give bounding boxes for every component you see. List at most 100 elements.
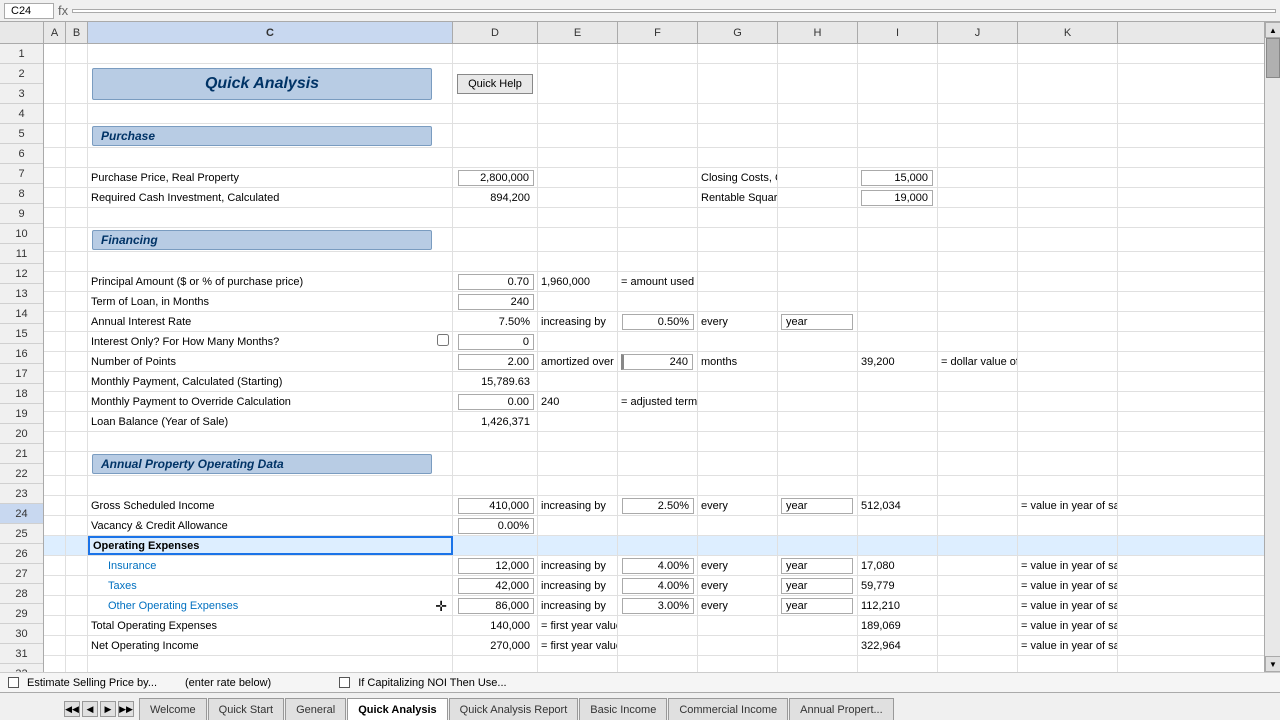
cell-k2[interactable] <box>1018 64 1118 103</box>
col-header-e[interactable]: E <box>538 22 618 43</box>
cell-opex-label[interactable]: Operating Expenses <box>88 536 453 555</box>
cell-e2[interactable] <box>538 64 618 103</box>
tab-commercial-income[interactable]: Commercial Income <box>668 698 788 720</box>
col-header-h[interactable]: H <box>778 22 858 43</box>
cell-interest-pct[interactable]: 0.50% <box>618 312 698 331</box>
col-header-i[interactable]: I <box>858 22 938 43</box>
cell-d2[interactable]: Quick Help <box>453 64 538 103</box>
col-header-g[interactable]: G <box>698 22 778 43</box>
cell-points-months-val[interactable]: 240 <box>618 352 698 371</box>
cell-principal-value[interactable]: 0.70 <box>453 272 538 291</box>
cell-purchase-price-value[interactable]: 2,800,000 <box>453 168 538 187</box>
cell-b2[interactable] <box>66 64 88 103</box>
cell-h1[interactable] <box>778 44 858 63</box>
col-header-a[interactable]: A <box>44 22 66 43</box>
cell-a1[interactable] <box>44 44 66 63</box>
cell-other-opex-every: every <box>698 596 778 615</box>
tab-general[interactable]: General <box>285 698 346 720</box>
cell-gsi-pct[interactable]: 2.50% <box>618 496 698 515</box>
tab-nav-first[interactable]: ◀◀ <box>64 701 80 717</box>
cell-rsf-value[interactable]: 19,000 <box>858 188 938 207</box>
row-3 <box>44 104 1264 124</box>
cell-other-opex-pct[interactable]: 3.00% <box>618 596 698 615</box>
cell-loan-balance-label: Loan Balance (Year of Sale) <box>88 412 453 431</box>
scroll-up-button[interactable]: ▲ <box>1265 22 1280 38</box>
cell-interestonly-value[interactable]: 0 <box>453 332 538 351</box>
estimate-checkbox[interactable] <box>8 677 19 688</box>
cell-insurance-pct[interactable]: 4.00% <box>618 556 698 575</box>
cell-other-opex-value[interactable]: 86,000 <box>453 596 538 615</box>
cell-gsi-every: every <box>698 496 778 515</box>
cell-f1[interactable] <box>618 44 698 63</box>
row-4: Purchase <box>44 124 1264 148</box>
cell-e1[interactable] <box>538 44 618 63</box>
cell-gsi-value[interactable]: 410,000 <box>453 496 538 515</box>
cell-total-opex-value: 140,000 <box>453 616 538 635</box>
interest-only-checkbox[interactable] <box>437 334 449 346</box>
name-box[interactable]: C24 <box>4 3 54 19</box>
row-numbers: 1 2 3 4 5 6 7 8 9 10 11 12 13 14 15 16 1… <box>0 22 44 672</box>
cell-g2[interactable] <box>698 64 778 103</box>
col-header-j[interactable]: J <box>938 22 1018 43</box>
cell-d1[interactable] <box>453 44 538 63</box>
estimate-bar: Estimate Selling Price by... (enter rate… <box>0 672 1280 692</box>
row-7: Required Cash Investment, Calculated 894… <box>44 188 1264 208</box>
tab-quick-analysis-report[interactable]: Quick Analysis Report <box>449 698 579 720</box>
col-header-d[interactable]: D <box>453 22 538 43</box>
cell-taxes-value[interactable]: 42,000 <box>453 576 538 595</box>
tab-quick-analysis[interactable]: Quick Analysis <box>347 698 447 720</box>
cell-taxes-period[interactable]: year <box>778 576 858 595</box>
row-19 <box>44 432 1264 452</box>
cell-principal-calc: 1,960,000 <box>538 272 618 291</box>
cell-k1[interactable] <box>1018 44 1118 63</box>
capitalizing-checkbox[interactable] <box>339 677 350 688</box>
quick-help-button[interactable]: Quick Help <box>457 74 533 94</box>
tab-nav-prev[interactable]: ◀ <box>82 701 98 717</box>
col-header-k[interactable]: K <box>1018 22 1118 43</box>
col-header-b[interactable]: B <box>66 22 88 43</box>
cell-vacancy-value[interactable]: 0.00% <box>453 516 538 535</box>
tab-welcome[interactable]: Welcome <box>139 698 207 720</box>
cell-f2[interactable] <box>618 64 698 103</box>
tab-quick-start[interactable]: Quick Start <box>208 698 284 720</box>
col-header-f[interactable]: F <box>618 22 698 43</box>
row-8 <box>44 208 1264 228</box>
cell-j2[interactable] <box>938 64 1018 103</box>
cell-purchase-header[interactable]: Purchase <box>88 124 453 147</box>
cell-closing-costs-value[interactable]: 15,000 <box>858 168 938 187</box>
col-header-c[interactable]: C <box>88 22 453 43</box>
cell-insurance-label: Insurance <box>88 556 453 575</box>
row-10 <box>44 252 1264 272</box>
scroll-track[interactable] <box>1265 38 1280 656</box>
cell-g1[interactable] <box>698 44 778 63</box>
cell-a2[interactable] <box>44 64 66 103</box>
cell-financing-header[interactable]: Financing <box>88 228 453 251</box>
cell-taxes-pct[interactable]: 4.00% <box>618 576 698 595</box>
cell-gsi-period[interactable]: year <box>778 496 858 515</box>
cell-other-opex-period[interactable]: year <box>778 596 858 615</box>
cell-points-value[interactable]: 2.00 <box>453 352 538 371</box>
cell-i1[interactable] <box>858 44 938 63</box>
cell-c2[interactable]: Quick Analysis <box>88 64 453 103</box>
cell-annual-header[interactable]: Annual Property Operating Data <box>88 452 453 475</box>
cell-i2[interactable] <box>858 64 938 103</box>
tab-nav-last[interactable]: ▶▶ <box>118 701 134 717</box>
cell-b1[interactable] <box>66 44 88 63</box>
scroll-down-button[interactable]: ▼ <box>1265 656 1280 672</box>
cell-monthly-override-value[interactable]: 0.00 <box>453 392 538 411</box>
cell-j1[interactable] <box>938 44 1018 63</box>
cell-insurance-value[interactable]: 12,000 <box>453 556 538 575</box>
tab-basic-income[interactable]: Basic Income <box>579 698 667 720</box>
vertical-scrollbar[interactable]: ▲ ▼ <box>1264 22 1280 672</box>
tab-annual-property[interactable]: Annual Propert... <box>789 698 894 720</box>
cell-term-value[interactable]: 240 <box>453 292 538 311</box>
cell-monthly-override-note: = adjusted term in months <box>618 392 698 411</box>
cell-interest-period[interactable]: year <box>778 312 858 331</box>
cell-c1[interactable] <box>88 44 453 63</box>
cell-cash-invest-value[interactable]: 894,200 <box>453 188 538 207</box>
cell-insurance-period[interactable]: year <box>778 556 858 575</box>
cell-interest-value[interactable]: 7.50% <box>453 312 538 331</box>
scroll-thumb[interactable] <box>1266 38 1280 78</box>
tab-nav-next[interactable]: ▶ <box>100 701 116 717</box>
cell-h2[interactable] <box>778 64 858 103</box>
